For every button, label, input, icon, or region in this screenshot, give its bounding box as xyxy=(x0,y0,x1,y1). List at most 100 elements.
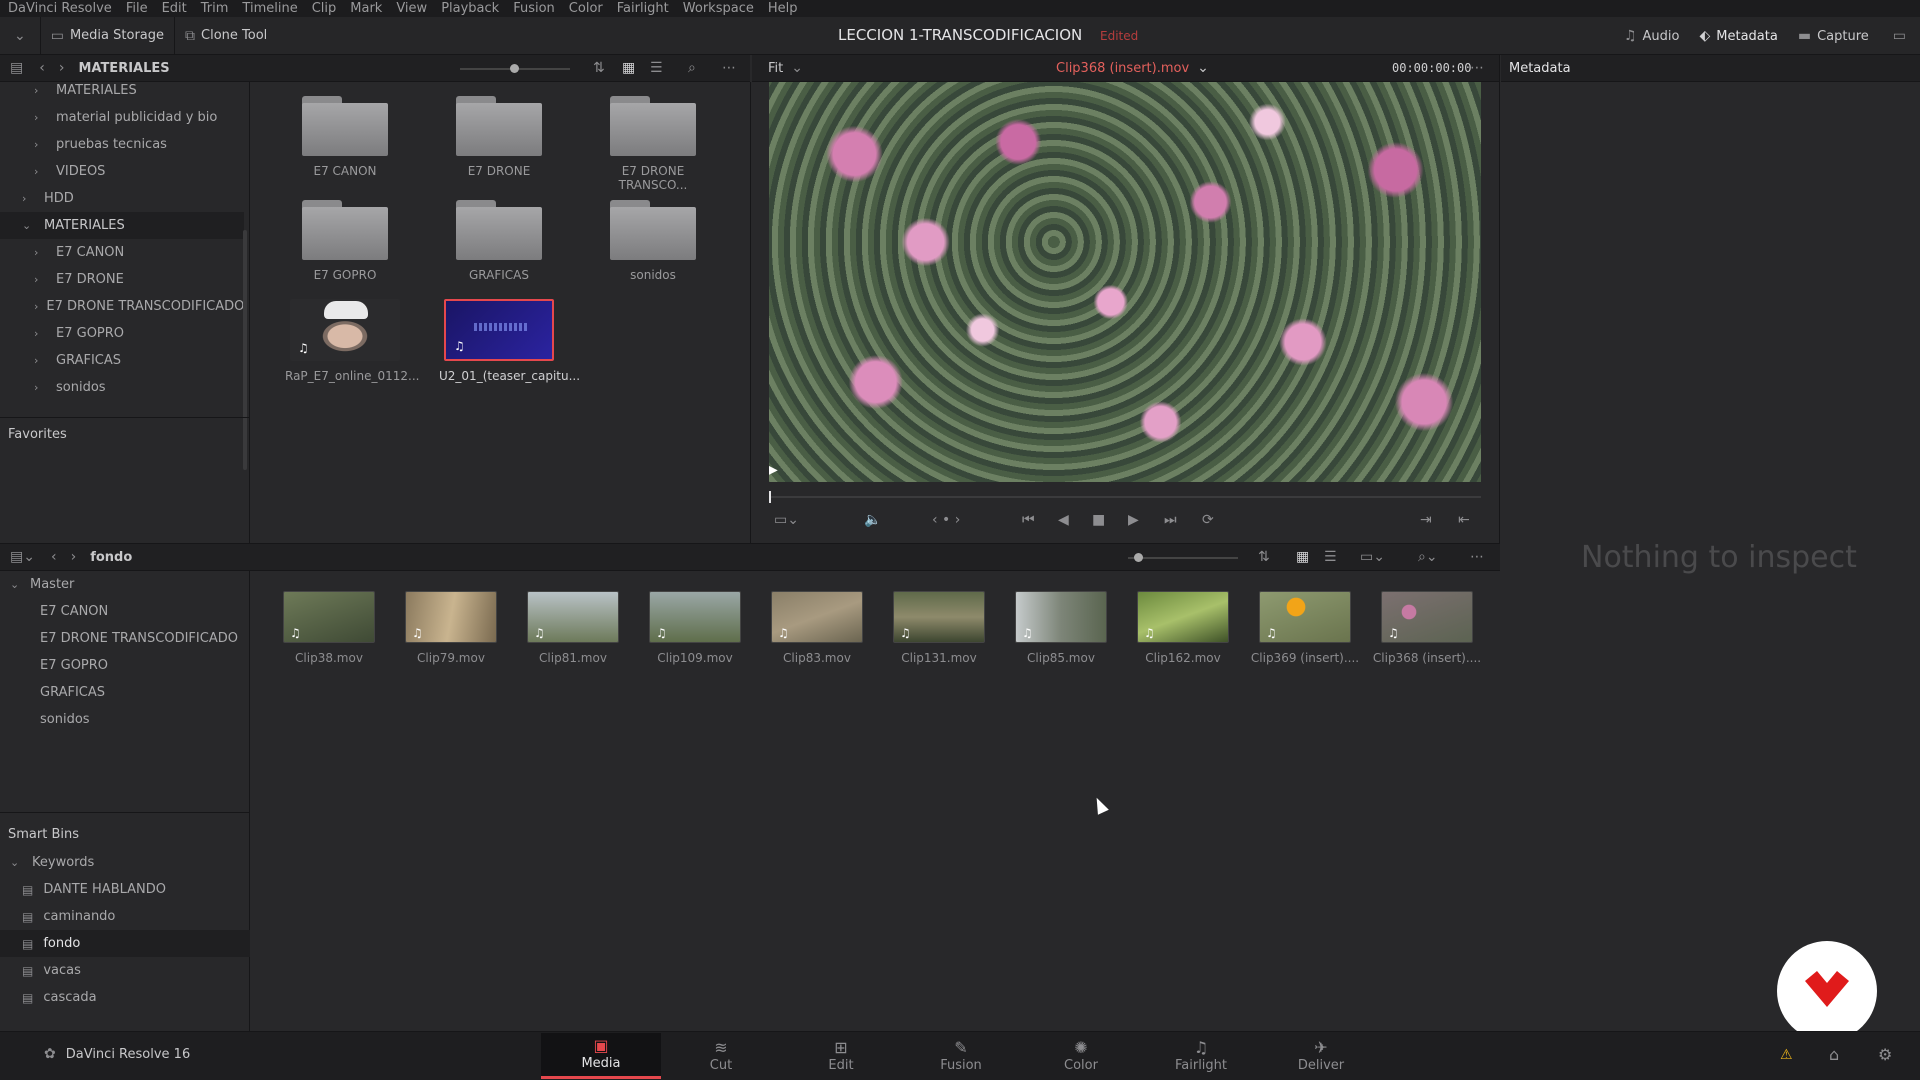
clip-thumbnail-item[interactable]: ♫ Clip83.mov xyxy=(762,591,872,665)
sort-icon[interactable]: ⇅ xyxy=(1258,550,1270,564)
menu-fairlight[interactable]: Fairlight xyxy=(617,1,669,16)
thumb-size-slider[interactable] xyxy=(460,64,570,73)
tree-item[interactable]: ⌄ MATERIALES xyxy=(0,212,244,239)
tab-deliver[interactable]: ✈ Deliver xyxy=(1261,1033,1381,1079)
sidebar-toggle-icon[interactable]: ▤⌄ xyxy=(10,550,35,564)
clip-thumbnail-item[interactable]: ♫ Clip369 (insert).... xyxy=(1250,591,1360,665)
menu-color[interactable]: Color xyxy=(569,1,603,16)
bin-item[interactable]: sonidos xyxy=(0,706,249,733)
volume-icon[interactable]: 🔈 xyxy=(864,513,881,527)
chevron-right-icon[interactable]: › xyxy=(34,111,48,124)
back-arrow-icon[interactable]: ‹ xyxy=(39,61,45,75)
tree-item[interactable]: › MATERIALES xyxy=(0,77,244,104)
search-icon[interactable]: ⌕⌄ xyxy=(1418,550,1438,564)
chevron-right-icon[interactable]: › xyxy=(34,246,48,259)
keywords-group[interactable]: ⌄ Keywords xyxy=(10,849,94,876)
tree-item[interactable]: › E7 GOPRO xyxy=(0,320,244,347)
chevron-right-icon[interactable]: › xyxy=(34,138,48,151)
list-view-icon[interactable]: ☰ xyxy=(1324,550,1337,564)
menu-help[interactable]: Help xyxy=(768,1,798,16)
chevron-right-icon[interactable]: › xyxy=(34,165,48,178)
stop-icon[interactable]: ■ xyxy=(1092,513,1105,527)
menu-clip[interactable]: Clip xyxy=(312,1,337,16)
play-icon[interactable]: ▶ xyxy=(1128,513,1139,527)
tab-cut[interactable]: ≋ Cut xyxy=(661,1033,781,1079)
clip-name-dropdown[interactable]: Clip368 (insert).mov ⌄ xyxy=(1056,61,1209,76)
file-u2-01-teaser[interactable]: ♫ U2_01_(teaser_capitu... xyxy=(439,299,580,383)
clip-thumbnail-item[interactable]: ♫ Clip81.mov xyxy=(518,591,628,665)
skip-end-icon[interactable]: ⏭ xyxy=(1164,513,1177,527)
bin-item[interactable]: GRAFICAS xyxy=(0,679,249,706)
tree-item[interactable]: › HDD xyxy=(0,185,244,212)
chevron-right-icon[interactable]: › xyxy=(34,354,48,367)
skip-start-icon[interactable]: ⏮ xyxy=(1022,513,1035,527)
folder-e7-drone-transco[interactable]: E7 DRONE TRANSCO... xyxy=(593,96,713,192)
capture-button[interactable]: ▬ Capture xyxy=(1788,17,1879,55)
folder-e7-canon[interactable]: E7 CANON xyxy=(285,96,405,178)
monitor-button[interactable]: ▭ xyxy=(1879,17,1920,55)
tab-edit[interactable]: ⊞ Edit xyxy=(781,1033,901,1079)
display-mode-icon[interactable]: ▭⌄ xyxy=(774,513,799,527)
chevron-down-icon[interactable]: ⌄ xyxy=(22,219,36,232)
keyword-bin-item[interactable]: ▤ cascada xyxy=(0,984,250,1011)
clip-thumbnail-item[interactable]: ♫ Clip131.mov xyxy=(884,591,994,665)
menu-trim[interactable]: Trim xyxy=(201,1,229,16)
mark-in-icon[interactable]: ⇥ xyxy=(1420,513,1432,527)
loop-icon[interactable]: ⟳ xyxy=(1202,513,1214,527)
clip-thumbnail-item[interactable]: ♫ Clip85.mov xyxy=(1006,591,1116,665)
chevron-right-icon[interactable]: › xyxy=(34,273,48,286)
menu-fusion[interactable]: Fusion xyxy=(513,1,555,16)
menu-davinci[interactable]: DaVinci Resolve xyxy=(8,1,112,16)
tab-fusion[interactable]: ✎ Fusion xyxy=(901,1033,1021,1079)
more-options-icon[interactable]: ⋯ xyxy=(1470,550,1484,564)
menu-view[interactable]: View xyxy=(396,1,427,16)
clip-size-slider[interactable] xyxy=(1128,553,1238,562)
metadata-view-icon[interactable]: ▭⌄ xyxy=(1360,550,1385,564)
folder-graficas[interactable]: GRAFICAS xyxy=(439,200,559,282)
tab-fairlight[interactable]: ♫ Fairlight xyxy=(1141,1033,1261,1079)
clip-thumbnail-item[interactable]: ♫ Clip38.mov xyxy=(274,591,384,665)
chevron-right-icon[interactable]: › xyxy=(34,84,48,97)
jog-icon[interactable]: ‹ • › xyxy=(932,513,960,527)
menu-workspace[interactable]: Workspace xyxy=(683,1,754,16)
tab-color[interactable]: ✺ Color xyxy=(1021,1033,1141,1079)
menu-edit[interactable]: Edit xyxy=(162,1,187,16)
keyword-bin-item[interactable]: ▤ vacas xyxy=(0,957,250,984)
chevron-right-icon[interactable]: › xyxy=(34,381,48,394)
forward-arrow-icon[interactable]: › xyxy=(59,61,65,75)
tree-item[interactable]: › E7 CANON xyxy=(0,239,244,266)
tree-item[interactable]: › GRAFICAS xyxy=(0,347,244,374)
menu-mark[interactable]: Mark xyxy=(350,1,382,16)
sort-icon[interactable]: ⇅ xyxy=(593,61,605,75)
home-icon[interactable]: ⌂ xyxy=(1829,1047,1839,1063)
settings-gear-icon[interactable]: ⚙ xyxy=(1878,1047,1892,1063)
chevron-right-icon[interactable]: › xyxy=(22,192,36,205)
bin-item[interactable]: E7 GOPRO xyxy=(0,652,249,679)
tree-item[interactable]: › VIDEOS xyxy=(0,158,244,185)
folder-e7-gopro[interactable]: E7 GOPRO xyxy=(285,200,405,282)
clip-thumbnail-item[interactable]: ♫ Clip162.mov xyxy=(1128,591,1238,665)
tree-item[interactable]: › material publicidad y bio xyxy=(0,104,244,131)
playhead[interactable] xyxy=(769,491,771,503)
bin-item[interactable]: E7 DRONE TRANSCODIFICADO xyxy=(0,625,249,652)
metadata-button[interactable]: ⬖ Metadata xyxy=(1689,17,1787,55)
chevron-right-icon[interactable]: › xyxy=(34,327,48,340)
more-options-icon[interactable]: ⋯ xyxy=(722,61,736,75)
clip-thumbnail-item[interactable]: ♫ Clip109.mov xyxy=(640,591,750,665)
tree-item[interactable]: › sonidos xyxy=(0,374,244,401)
mark-out-icon[interactable]: ⇤ xyxy=(1458,513,1470,527)
play-reverse-icon[interactable]: ◀ xyxy=(1058,513,1069,527)
tree-item[interactable]: › E7 DRONE xyxy=(0,266,244,293)
sidebar-toggle-icon[interactable]: ▤ xyxy=(10,61,23,75)
back-arrow-icon[interactable]: ‹ xyxy=(51,550,57,564)
search-icon[interactable]: ⌕ xyxy=(688,61,696,75)
keyword-bin-item[interactable]: ▤ fondo xyxy=(0,930,250,957)
audio-button[interactable]: ♫ Audio xyxy=(1614,17,1690,55)
keyword-bin-item[interactable]: ▤ caminando xyxy=(0,903,250,930)
folder-sonidos[interactable]: sonidos xyxy=(593,200,713,282)
tree-item[interactable]: › pruebas tecnicas xyxy=(0,131,244,158)
menu-timeline[interactable]: Timeline xyxy=(242,1,297,16)
chevron-right-icon[interactable]: › xyxy=(34,300,38,313)
clip-thumbnail-item[interactable]: ♫ Clip368 (insert).... xyxy=(1372,591,1482,665)
scrubber-bar[interactable] xyxy=(769,491,1481,503)
